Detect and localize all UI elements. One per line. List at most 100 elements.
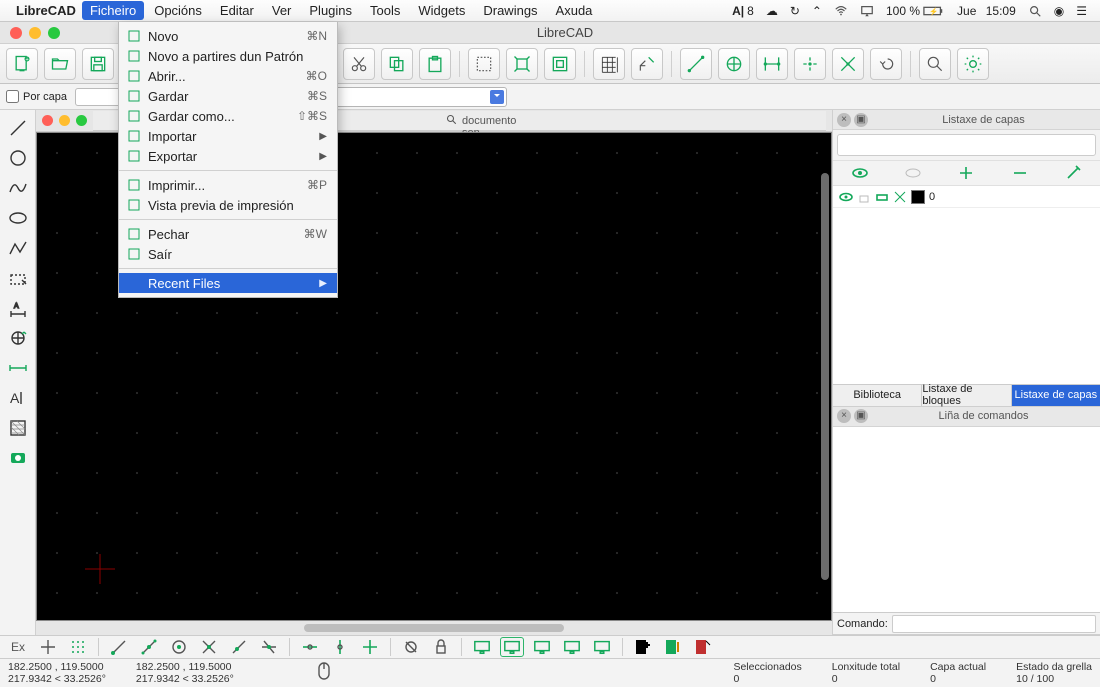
menu-ficheiro[interactable]: Ficheiro — [82, 1, 144, 20]
tool-line[interactable] — [4, 114, 32, 142]
app-name[interactable]: LibreCAD — [16, 3, 76, 18]
layer-lock-icon[interactable] — [857, 190, 871, 204]
tb-select-window[interactable] — [468, 48, 500, 80]
doc-minimize-button[interactable] — [59, 115, 70, 126]
adobe-indicator[interactable]: A|8 — [727, 2, 759, 20]
menu-plugins[interactable]: Plugins — [301, 1, 360, 20]
window-minimize-button[interactable] — [29, 27, 41, 39]
tool-polyline[interactable] — [4, 234, 32, 262]
bb-screen-2[interactable] — [500, 637, 524, 657]
tb-settings[interactable] — [957, 48, 989, 80]
bb-restrict-ortho[interactable] — [358, 637, 382, 657]
bb-snap-intersection[interactable] — [257, 637, 281, 657]
layer-hide-all-icon[interactable] — [904, 164, 922, 182]
tool-measure[interactable] — [4, 354, 32, 382]
menu-item-importar[interactable]: Importar▶ — [119, 126, 337, 146]
tool-circle[interactable] — [4, 144, 32, 172]
layer-add-icon[interactable] — [957, 164, 975, 182]
menu-item-gardar[interactable]: Gardar⌘S — [119, 86, 337, 106]
bb-snap-on-entity[interactable] — [137, 637, 161, 657]
menu-item-exportar[interactable]: Exportar▶ — [119, 146, 337, 166]
tool-modify-rotate[interactable] — [4, 324, 32, 352]
tb-measure-dist[interactable] — [680, 48, 712, 80]
tool-hatch[interactable] — [4, 414, 32, 442]
command-panel-undock[interactable]: ▣ — [854, 409, 868, 423]
menu-item-sa-r[interactable]: Saír — [119, 244, 337, 264]
layer-print-icon[interactable] — [875, 190, 889, 204]
layer-row-0[interactable]: 0 — [833, 186, 1100, 208]
menu-item-novo-a-partires-dun-patr-n[interactable]: Novo a partires dun Patrón — [119, 46, 337, 66]
layers-panel-close[interactable]: × — [837, 113, 851, 127]
tb-zoom-previous[interactable] — [544, 48, 576, 80]
tb-copy[interactable] — [381, 48, 413, 80]
bb-screen-3[interactable] — [530, 637, 554, 657]
layer-color-swatch[interactable] — [911, 190, 925, 204]
tb-grid[interactable] — [593, 48, 625, 80]
layer-show-all-icon[interactable] — [851, 164, 869, 182]
bb-restrict-v[interactable] — [328, 637, 352, 657]
canvas-vertical-scrollbar[interactable] — [821, 173, 829, 580]
tb-snap-endpoint[interactable] — [756, 48, 788, 80]
layer-visible-icon[interactable] — [839, 190, 853, 204]
tb-draft[interactable] — [631, 48, 663, 80]
layer-construction-icon[interactable] — [893, 190, 907, 204]
cloud-icon[interactable]: ☁ — [761, 2, 783, 20]
command-input[interactable] — [892, 615, 1096, 633]
bb-relzero[interactable] — [399, 637, 423, 657]
menu-tools[interactable]: Tools — [362, 1, 408, 20]
window-zoom-button[interactable] — [48, 27, 60, 39]
notification-center-icon[interactable]: ☰ — [1071, 2, 1092, 20]
bb-snap-middle[interactable] — [197, 637, 221, 657]
tb-measure-angle[interactable] — [718, 48, 750, 80]
menu-axuda[interactable]: Axuda — [548, 1, 601, 20]
bb-screen-5[interactable] — [590, 637, 614, 657]
bb-snap-endpoint[interactable] — [107, 637, 131, 657]
layer-remove-icon[interactable] — [1011, 164, 1029, 182]
window-close-button[interactable] — [10, 27, 22, 39]
menu-item-pechar[interactable]: Pechar⌘W — [119, 224, 337, 244]
tool-ellipse[interactable] — [4, 204, 32, 232]
battery-indicator[interactable]: 100 %⚡ — [881, 2, 950, 20]
menu-item-recent-files[interactable]: Recent Files▶ — [119, 273, 337, 293]
sync-icon[interactable]: ↻ — [785, 2, 805, 20]
bb-exclusive[interactable]: Ex — [6, 637, 30, 657]
tab-biblioteca[interactable]: Biblioteca — [833, 385, 922, 406]
tab-bloques[interactable]: Listaxe de bloques — [922, 385, 1011, 406]
dropbox-icon[interactable]: ⌃ — [807, 2, 827, 20]
command-panel-close[interactable]: × — [837, 409, 851, 423]
tb-snap-center[interactable] — [794, 48, 826, 80]
menu-opcions[interactable]: Opcións — [146, 1, 210, 20]
tb-save[interactable] — [82, 48, 114, 80]
menu-item-imprimir-[interactable]: Imprimir...⌘P — [119, 175, 337, 195]
tool-curve[interactable] — [4, 174, 32, 202]
tb-snap-intersection[interactable] — [832, 48, 864, 80]
menu-editar[interactable]: Editar — [212, 1, 262, 20]
tb-paste[interactable] — [419, 48, 451, 80]
wifi-icon[interactable] — [829, 2, 853, 20]
bb-snap-grid[interactable] — [66, 637, 90, 657]
bb-restrict-h[interactable] — [298, 637, 322, 657]
doc-zoom-button[interactable] — [76, 115, 87, 126]
tool-text[interactable]: A — [4, 384, 32, 412]
tool-dimension[interactable]: A — [4, 294, 32, 322]
bb-snap-center[interactable] — [167, 637, 191, 657]
siri-icon[interactable]: ◉ — [1049, 2, 1069, 20]
tool-select[interactable] — [4, 264, 32, 292]
command-history[interactable] — [833, 427, 1100, 612]
bb-red-del[interactable] — [691, 637, 715, 657]
tool-image[interactable] — [4, 444, 32, 472]
tab-capas[interactable]: Listaxe de capas — [1012, 385, 1100, 406]
menu-widgets[interactable]: Widgets — [410, 1, 473, 20]
menu-item-novo[interactable]: Novo⌘N — [119, 26, 337, 46]
spotlight-icon[interactable] — [1023, 2, 1047, 20]
tb-new[interactable]: + — [6, 48, 38, 80]
canvas-horizontal-scrollbar[interactable] — [36, 621, 832, 635]
por-capa-check-input[interactable] — [6, 90, 19, 103]
tb-open[interactable] — [44, 48, 76, 80]
bb-snap-distance[interactable] — [227, 637, 251, 657]
tb-zoom-in-search[interactable] — [919, 48, 951, 80]
menu-drawings[interactable]: Drawings — [475, 1, 545, 20]
bb-black-plus[interactable] — [631, 637, 655, 657]
clock[interactable]: Jue 15:09 — [952, 2, 1021, 20]
menu-ver[interactable]: Ver — [264, 1, 300, 20]
